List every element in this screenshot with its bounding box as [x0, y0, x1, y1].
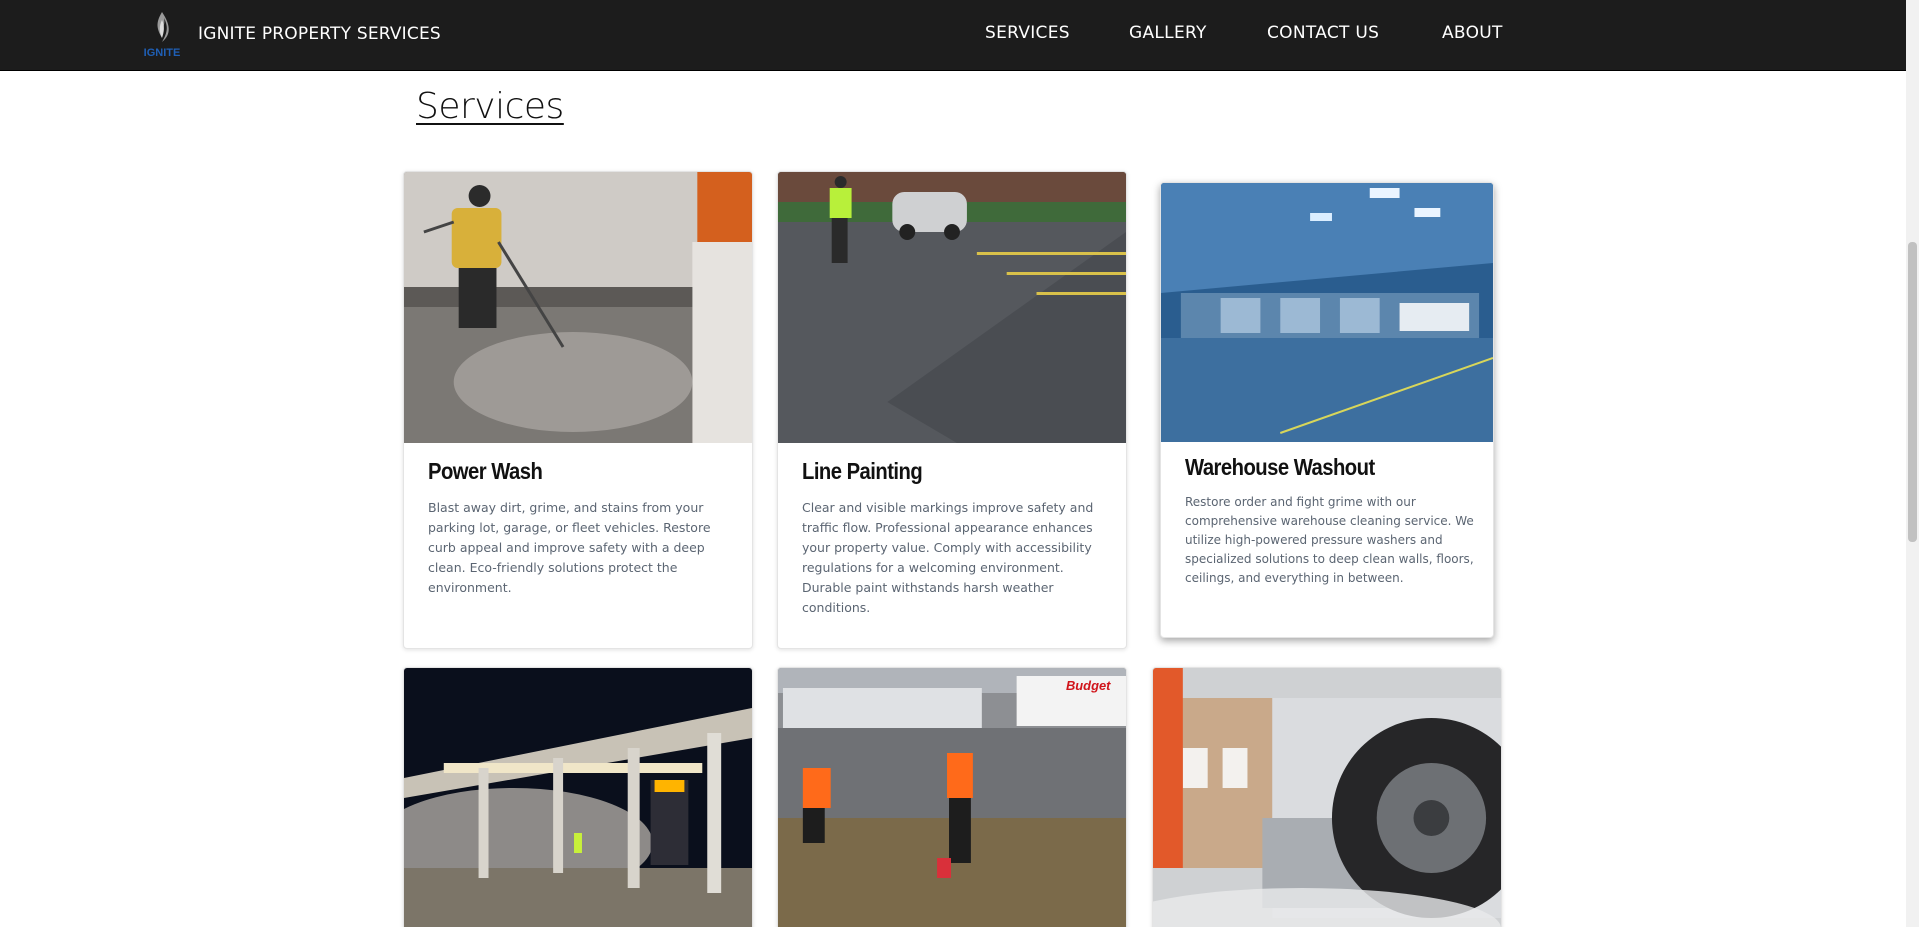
logo-wordmark: IGNITE	[144, 47, 181, 59]
gas-station-image	[404, 668, 752, 927]
card-description: Clear and visible markings improve safet…	[802, 500, 1094, 615]
brand-name[interactable]: IGNITE PROPERTY SERVICES	[198, 24, 441, 44]
card-title: Warehouse Washout	[1185, 454, 1375, 480]
page-title: Services	[416, 86, 564, 127]
card-title: Power Wash	[428, 458, 543, 484]
card-title: Line Painting	[802, 458, 923, 484]
service-card-line-painting[interactable]: Line Painting Clear and visible markings…	[777, 171, 1127, 649]
service-card-vehicle-wash[interactable]	[1152, 667, 1502, 927]
power-wash-image	[404, 172, 752, 443]
card-description: Blast away dirt, grime, and stains from …	[428, 500, 711, 595]
page-scrollbar-thumb[interactable]	[1908, 242, 1917, 542]
site-header: IGNITE IGNITE PROPERTY SERVICES SERVICES…	[0, 0, 1906, 71]
budget-sign-text: Budget	[1066, 678, 1111, 693]
line-painting-image	[778, 172, 1126, 443]
service-card-warehouse-washout[interactable]: Warehouse Washout Restore order and figh…	[1160, 182, 1494, 638]
vehicle-wash-image	[1153, 668, 1501, 927]
nav-contact-us[interactable]: CONTACT US	[1267, 23, 1379, 43]
card-description: Restore order and fight grime with our c…	[1185, 495, 1474, 585]
warehouse-image	[1161, 183, 1493, 442]
nav-gallery[interactable]: GALLERY	[1129, 23, 1207, 43]
service-card-litter-pickup[interactable]: Budget	[777, 667, 1127, 927]
service-card-power-wash[interactable]: Power Wash Blast away dirt, grime, and s…	[403, 171, 753, 649]
nav-services[interactable]: SERVICES	[985, 23, 1070, 43]
ignite-logo[interactable]: IGNITE	[142, 8, 182, 62]
nav-about[interactable]: ABOUT	[1442, 23, 1503, 43]
litter-pickup-image: Budget	[778, 668, 1126, 927]
service-card-gas-station[interactable]	[403, 667, 753, 927]
